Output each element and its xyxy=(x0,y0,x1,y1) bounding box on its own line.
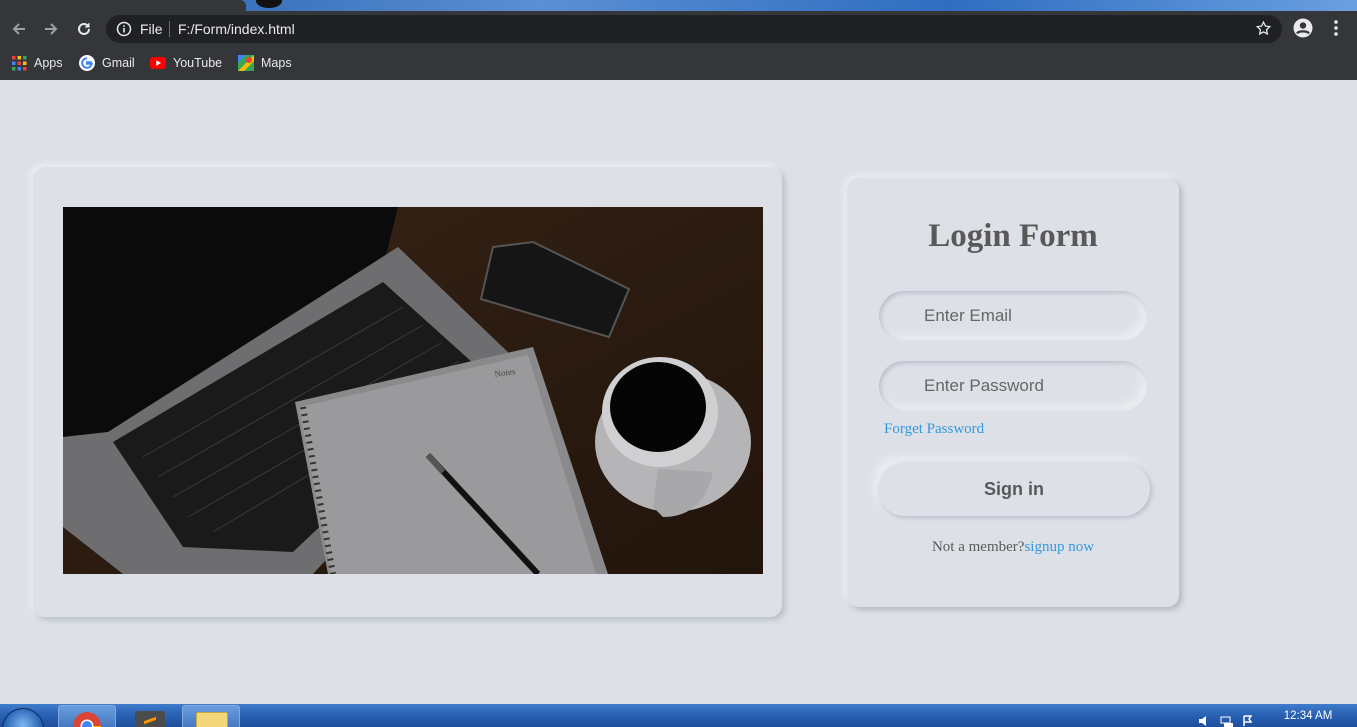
signup-prompt: Not a member? xyxy=(931,539,1025,555)
action-center-icon[interactable] xyxy=(1242,714,1256,727)
windows-taskbar: 12:34 AM xyxy=(0,704,1357,727)
password-field[interactable] xyxy=(879,361,1147,411)
login-title: Login Form xyxy=(928,218,1098,254)
bookmark-youtube[interactable]: YouTube xyxy=(150,54,222,72)
bookmark-gmail[interactable]: Gmail xyxy=(79,54,135,72)
bookmark-star-icon[interactable] xyxy=(1255,20,1272,37)
taskbar-explorer[interactable] xyxy=(182,705,240,727)
email-input[interactable] xyxy=(879,291,1147,341)
reload-icon xyxy=(78,22,90,35)
url-text[interactable]: F:/Form/index.html xyxy=(178,21,295,37)
youtube-icon xyxy=(150,57,166,69)
tab-favicon xyxy=(256,0,282,8)
password-input[interactable] xyxy=(879,361,1147,411)
apps-grid-icon xyxy=(12,55,27,70)
sign-in-button[interactable]: Sign in xyxy=(878,462,1150,516)
omnibox-separator xyxy=(169,21,170,37)
more-menu-icon[interactable] xyxy=(1330,18,1342,38)
back-button[interactable] xyxy=(7,17,31,41)
signup-line: Not a member?signup now xyxy=(847,539,1179,556)
tab-strip xyxy=(0,0,1357,11)
taskbar-sublime[interactable] xyxy=(120,705,178,727)
folder-icon xyxy=(196,712,228,727)
start-button[interactable] xyxy=(2,708,44,727)
scheme-label: File xyxy=(140,21,163,37)
bookmark-label: YouTube xyxy=(173,56,223,70)
account-icon[interactable] xyxy=(1293,18,1313,38)
active-tab[interactable] xyxy=(0,0,246,11)
taskbar-clock[interactable]: 12:34 AM xyxy=(1270,710,1346,722)
login-card: Login Form Forget Password Sign in Not a… xyxy=(847,178,1179,607)
bookmark-apps[interactable]: Apps xyxy=(12,54,63,72)
reload-button[interactable] xyxy=(72,17,96,41)
browser-toolbar: File F:/Form/index.html xyxy=(0,11,1357,47)
network-icon[interactable] xyxy=(1220,714,1234,727)
address-bar[interactable]: File F:/Form/index.html xyxy=(106,15,1282,43)
email-field[interactable] xyxy=(879,291,1147,341)
volume-icon[interactable] xyxy=(1198,714,1212,727)
bookmark-label: Apps xyxy=(34,56,63,70)
bookmark-label: Gmail xyxy=(102,56,135,70)
signup-link[interactable]: signup now xyxy=(1024,539,1094,555)
system-tray xyxy=(1198,714,1256,727)
photo-illustration: Notes xyxy=(63,207,763,574)
forward-arrow-icon xyxy=(45,23,58,35)
taskbar-chrome[interactable] xyxy=(58,705,116,727)
bookmark-label: Maps xyxy=(261,56,292,70)
forget-password-link[interactable]: Forget Password xyxy=(884,421,984,438)
forward-button[interactable] xyxy=(39,17,63,41)
back-arrow-icon xyxy=(12,23,25,35)
sublime-text-icon xyxy=(135,711,165,727)
laptop-desk-photo: Notes xyxy=(63,207,763,574)
bookmarks-bar: Apps Gmail YouTube Maps xyxy=(0,47,1357,80)
google-g-icon xyxy=(79,55,95,71)
image-card: Notes xyxy=(33,167,782,617)
maps-icon xyxy=(238,55,254,71)
bookmark-maps[interactable]: Maps xyxy=(238,54,292,72)
chrome-icon xyxy=(73,712,101,727)
info-icon[interactable] xyxy=(116,21,132,37)
